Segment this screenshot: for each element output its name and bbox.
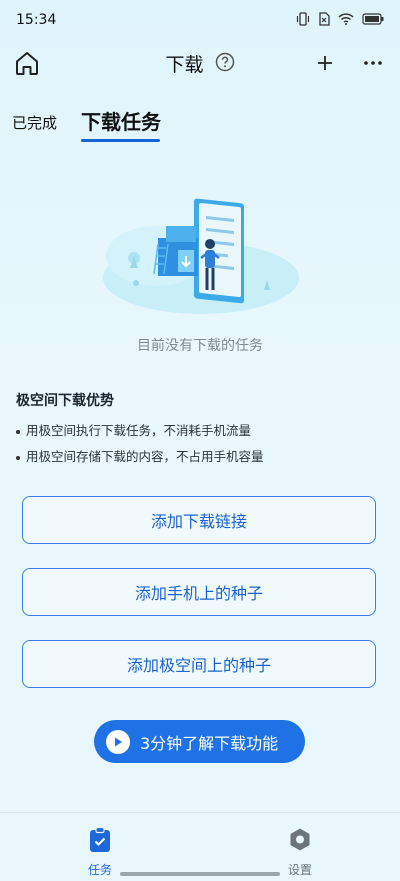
play-icon (106, 729, 130, 754)
add-nas-torrent-button[interactable]: 添加极空间上的种子 (22, 640, 376, 688)
clipboard-check-icon (90, 826, 110, 852)
battery-icon (362, 13, 384, 25)
tab-completed[interactable]: 已完成 (12, 112, 57, 133)
add-phone-torrent-button[interactable]: 添加手机上的种子 (22, 568, 376, 616)
advantage-text: 用极空间存储下载的内容，不占用手机容量 (26, 449, 264, 464)
status-time: 15:34 (16, 12, 57, 28)
nav-settings[interactable]: 设置 (270, 827, 330, 878)
more-button[interactable] (358, 48, 388, 78)
tab-download-tasks[interactable]: 下载任务 (81, 106, 161, 135)
advantage-item: 用极空间执行下载任务，不消耗手机流量 (16, 420, 251, 439)
status-icons (296, 12, 384, 26)
bottom-nav: 任务 设置 (0, 812, 400, 881)
plus-icon (318, 56, 332, 70)
tab-bar: 已完成 下载任务 (0, 106, 400, 146)
bullet-dot (16, 455, 20, 460)
advantages-title: 极空间下载优势 (16, 393, 114, 409)
empty-state-text: 目前没有下载的任务 (137, 338, 263, 354)
status-bar: 15:34 (0, 0, 400, 40)
intro-video-button[interactable]: 3分钟了解下载功能 (94, 720, 305, 763)
wifi-icon (338, 13, 354, 25)
page-title: 下载 (165, 54, 204, 76)
home-indicator (120, 872, 280, 876)
empty-download-illustration (103, 198, 299, 314)
add-button[interactable] (310, 48, 340, 78)
advantage-text: 用极空间执行下载任务，不消耗手机流量 (26, 423, 252, 438)
advantage-item: 用极空间存储下载的内容，不占用手机容量 (16, 446, 264, 465)
bullet-dot (16, 429, 20, 434)
no-sim-icon (319, 12, 330, 26)
more-dots-icon (364, 61, 382, 65)
top-bar: 下载 (0, 40, 400, 84)
help-icon[interactable] (215, 52, 235, 76)
settings-hexagon-icon (290, 828, 310, 851)
intro-video-label: 3分钟了解下载功能 (140, 733, 279, 753)
nav-tasks[interactable]: 任务 (70, 826, 130, 878)
active-tab-indicator (81, 139, 160, 142)
title-area: 下载 (0, 50, 400, 77)
add-download-link-button[interactable]: 添加下载链接 (22, 496, 376, 544)
vibrate-icon (296, 12, 310, 26)
